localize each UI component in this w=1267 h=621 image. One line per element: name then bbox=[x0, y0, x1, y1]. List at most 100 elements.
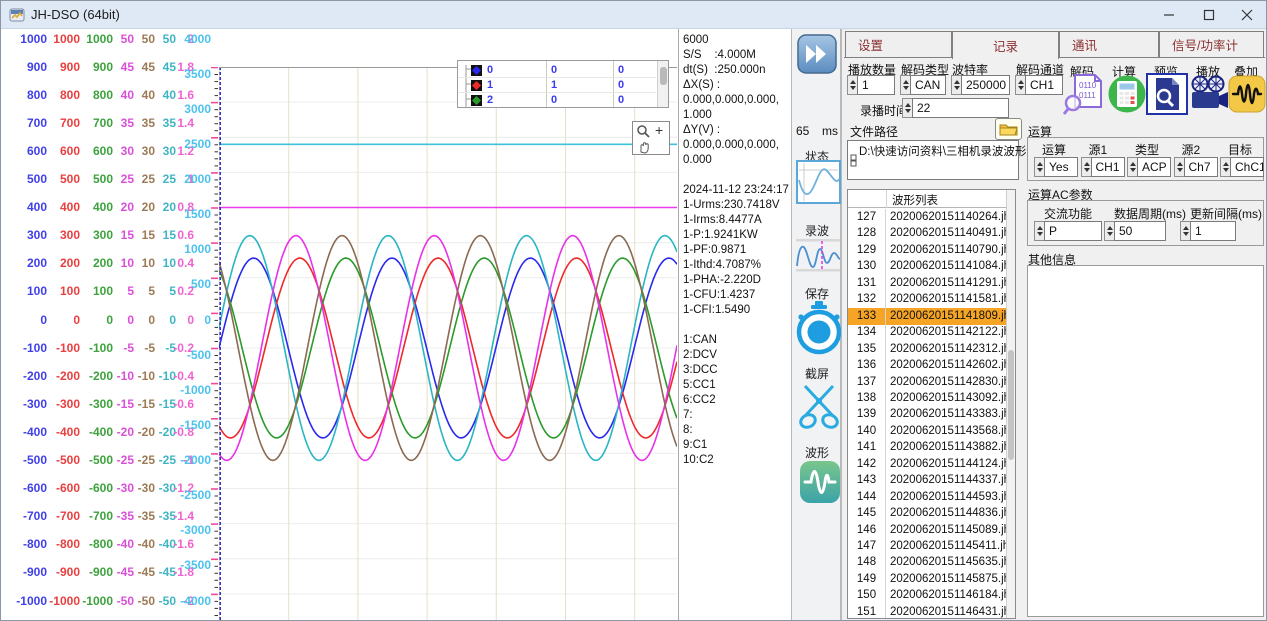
file-list-scroll-thumb[interactable] bbox=[1008, 350, 1014, 460]
file-row[interactable]: 13420200620151142122.jhw bbox=[848, 324, 1016, 341]
legend-scrollbar[interactable] bbox=[657, 61, 668, 108]
operation-spinner-源1[interactable]: CH1 bbox=[1081, 157, 1125, 177]
spinner-value[interactable]: Yes bbox=[1044, 157, 1078, 177]
file-row[interactable]: 13220200620151141581.jhw bbox=[848, 291, 1016, 308]
ac-param-spinner-数据周期(ms)[interactable]: 50 bbox=[1104, 221, 1166, 241]
play-camera-icon[interactable] bbox=[1188, 73, 1230, 115]
axis-brown-label: 10 bbox=[133, 256, 155, 271]
file-row[interactable]: 12820200620151140491.jhw bbox=[848, 225, 1016, 242]
file-row-name: 20200620151144124.jhw bbox=[890, 456, 1016, 473]
spinner-value[interactable]: CAN bbox=[910, 75, 946, 95]
file-row[interactable]: 13920200620151143383.jhw bbox=[848, 406, 1016, 423]
spinner-value[interactable]: 50 bbox=[1114, 221, 1166, 241]
info-line: dt(S) :250.000n bbox=[683, 63, 789, 78]
spinner-解码通道[interactable]: CH1 bbox=[1015, 75, 1063, 95]
spinner-解码类型[interactable]: CAN bbox=[900, 75, 946, 95]
spinner-value[interactable]: 1 bbox=[1190, 221, 1236, 241]
file-path-box[interactable]: D:\快速访问资料\三相机录波波形 bbox=[847, 140, 1019, 180]
ac-param-spinner-交流功能[interactable]: P bbox=[1034, 221, 1102, 241]
minimize-button[interactable] bbox=[1150, 1, 1188, 29]
operation-spinner-运算[interactable]: Yes bbox=[1034, 157, 1078, 177]
file-row[interactable]: 14920200620151145875.jhw bbox=[848, 571, 1016, 588]
operation-header: 类型 bbox=[1135, 141, 1159, 158]
pan-hand-icon[interactable] bbox=[637, 139, 652, 154]
tab-记录[interactable]: 记录 bbox=[952, 31, 1059, 59]
record-waveform-icon[interactable] bbox=[795, 237, 841, 275]
file-row[interactable]: 13820200620151143092.jhw bbox=[848, 390, 1016, 407]
spinner-value[interactable]: ChC1 bbox=[1230, 157, 1264, 177]
tab-设置[interactable]: 设置 bbox=[845, 31, 952, 57]
fast-forward-button[interactable] bbox=[797, 34, 837, 74]
axis-magenta-label: 30 bbox=[112, 144, 134, 159]
legend-row[interactable]: 200 bbox=[458, 93, 668, 108]
file-row-number: 132 bbox=[848, 291, 886, 308]
legend-value: 1 bbox=[551, 79, 557, 91]
file-row[interactable]: 13720200620151142830.jhw bbox=[848, 374, 1016, 391]
file-row-name: 20200620151146431.jhw bbox=[890, 604, 1016, 619]
file-row[interactable]: 14520200620151144836.jhw bbox=[848, 505, 1016, 522]
spinner-value[interactable]: ACP bbox=[1137, 157, 1171, 177]
operation-spinner-类型[interactable]: ACP bbox=[1127, 157, 1171, 177]
decode-icon[interactable]: 01100111 bbox=[1063, 73, 1105, 115]
file-row[interactable]: 13620200620151142602.jhw bbox=[848, 357, 1016, 374]
waveform-plot[interactable] bbox=[219, 67, 677, 621]
file-row[interactable]: 14420200620151144593.jhw bbox=[848, 489, 1016, 506]
file-row[interactable]: 14720200620151145411.jhw bbox=[848, 538, 1016, 555]
file-row[interactable]: 13320200620151141809.jhw bbox=[848, 308, 1016, 325]
file-row[interactable]: 13020200620151141084.jhw bbox=[848, 258, 1016, 275]
legend-row[interactable]: 110 bbox=[458, 78, 668, 93]
file-row[interactable]: 14320200620151144337.jhw bbox=[848, 472, 1016, 489]
file-row[interactable]: 13520200620151142312.jhw bbox=[848, 341, 1016, 358]
info-line bbox=[683, 318, 789, 333]
file-row[interactable]: 14120200620151143882.jhw bbox=[848, 439, 1016, 456]
spinner-value[interactable]: 22 bbox=[912, 98, 1009, 118]
ac-param-spinner-更新间隔(ms)[interactable]: 1 bbox=[1180, 221, 1236, 241]
file-row-number: 130 bbox=[848, 258, 886, 275]
browse-folder-button[interactable] bbox=[995, 118, 1022, 140]
spinner-value[interactable]: 1 bbox=[857, 75, 895, 95]
spinner-波特率[interactable]: 250000 bbox=[951, 75, 1010, 95]
tab-通讯[interactable]: 通讯 bbox=[1059, 31, 1159, 57]
spinner-value[interactable]: 250000 bbox=[961, 75, 1010, 95]
scissors-icon[interactable] bbox=[797, 380, 841, 430]
axis-brown-label: 5 bbox=[133, 284, 155, 299]
file-row[interactable]: 15020200620151146184.jhw bbox=[848, 587, 1016, 604]
file-row[interactable]: 14620200620151145089.jhw bbox=[848, 522, 1016, 539]
file-row[interactable]: 14820200620151145635.jhw bbox=[848, 554, 1016, 571]
status-waveform-icon[interactable] bbox=[796, 160, 841, 204]
stopwatch-icon[interactable] bbox=[795, 300, 843, 356]
file-path-label: 文件路径 bbox=[850, 123, 898, 140]
close-button[interactable] bbox=[1228, 1, 1266, 29]
preview-icon[interactable] bbox=[1146, 73, 1188, 115]
legend-row[interactable]: 000 bbox=[458, 63, 668, 78]
spinner-播放数量[interactable]: 1 bbox=[847, 75, 895, 95]
file-row[interactable]: 12920200620151140790.jhw bbox=[848, 242, 1016, 259]
zoom-icon[interactable] bbox=[636, 124, 651, 139]
plot-legend[interactable]: 000110200300 bbox=[457, 60, 669, 108]
axis-magenta-label: -20 bbox=[112, 425, 134, 440]
axis-green-label: 700 bbox=[74, 116, 113, 131]
maximize-button[interactable] bbox=[1190, 1, 1228, 29]
overlay-wave-icon[interactable] bbox=[1226, 73, 1267, 115]
zoom-plus-icon[interactable]: + bbox=[655, 122, 663, 138]
spinner-value[interactable]: P bbox=[1044, 221, 1102, 241]
file-row[interactable]: 14220200620151144124.jhw bbox=[848, 456, 1016, 473]
operation-spinner-源2[interactable]: Ch7 bbox=[1174, 157, 1218, 177]
file-row-number: 129 bbox=[848, 242, 886, 259]
spinner-value[interactable]: CH1 bbox=[1025, 75, 1063, 95]
axis-pink-label: -1.4 bbox=[171, 509, 194, 524]
waveform-icon[interactable] bbox=[799, 460, 841, 504]
file-row[interactable]: 14020200620151143568.jhw bbox=[848, 423, 1016, 440]
calculator-icon[interactable] bbox=[1106, 73, 1148, 115]
record-time-spinner[interactable]: 22 bbox=[902, 98, 1009, 118]
tab-信号/功率计[interactable]: 信号/功率计 bbox=[1159, 31, 1264, 57]
zoom-pan-toolbox: + bbox=[632, 121, 670, 155]
file-list-scrollbar[interactable] bbox=[1006, 190, 1015, 619]
file-row[interactable]: 15120200620151146431.jhw bbox=[848, 604, 1016, 619]
file-row[interactable]: 12720200620151140264.jhw bbox=[848, 209, 1016, 226]
spinner-value[interactable]: CH1 bbox=[1091, 157, 1125, 177]
operation-spinner-目标[interactable]: ChC1 bbox=[1220, 157, 1264, 177]
spinner-value[interactable]: Ch7 bbox=[1184, 157, 1218, 177]
file-row[interactable]: 13120200620151141291.jhw bbox=[848, 275, 1016, 292]
legend-index: 0 bbox=[487, 64, 493, 76]
